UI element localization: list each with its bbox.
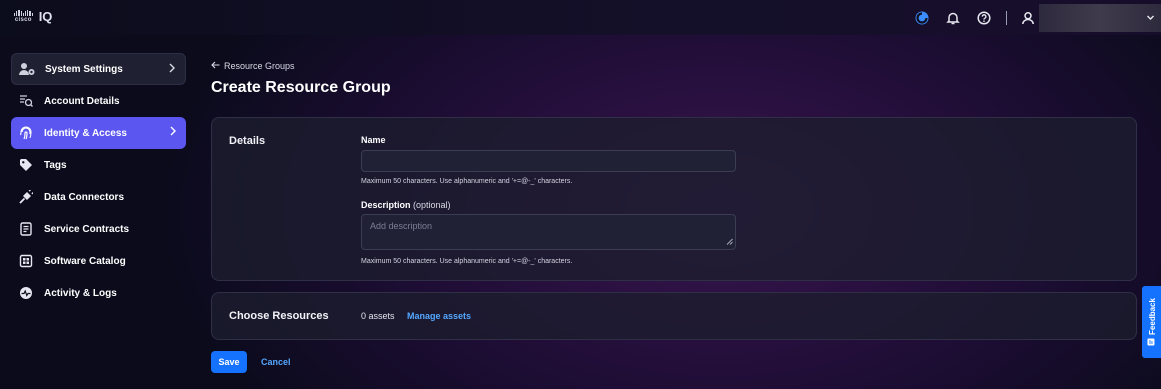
back-link[interactable]: Resource Groups	[211, 61, 391, 71]
help-icon[interactable]	[975, 9, 993, 27]
cisco-logo-icon: cisco	[14, 10, 33, 23]
chevron-down-icon	[1146, 9, 1155, 27]
cisco-iq-logo[interactable]: cisco IQ	[14, 9, 52, 24]
account-details-icon	[18, 93, 34, 109]
sidebar-item-identity-access[interactable]: Identity & Access	[11, 117, 186, 149]
name-hint: Maximum 50 characters. Use alphanumeric …	[361, 178, 573, 185]
logo-wordmark: cisco	[14, 17, 32, 23]
fingerprint-icon	[18, 125, 34, 141]
description-hint: Maximum 50 characters. Use alphanumeric …	[361, 258, 573, 265]
resize-handle-icon[interactable]	[726, 237, 733, 247]
sidebar-item-service-contracts[interactable]: Service Contracts	[11, 213, 186, 245]
sidebar-item-data-connectors[interactable]: Data Connectors	[11, 181, 186, 213]
user-icon[interactable]	[1019, 9, 1037, 27]
sidebar-item-label: Activity & Logs	[44, 287, 117, 299]
manage-assets-link[interactable]: Manage assets	[407, 311, 471, 321]
sidebar-item-activity-logs[interactable]: Activity & Logs	[11, 277, 186, 309]
name-label: Name	[361, 135, 386, 145]
catalog-icon	[18, 253, 34, 269]
arrow-left-icon	[211, 61, 220, 71]
top-actions	[913, 0, 1161, 35]
assistant-icon[interactable]	[913, 9, 931, 27]
product-name: IQ	[38, 9, 53, 24]
choose-resources-card: Choose Resources 0 assets Manage assets	[211, 292, 1137, 340]
feedback-tab-content: Feedback	[1147, 298, 1157, 346]
sidebar-item-account-details[interactable]: Account Details	[11, 85, 186, 117]
bell-icon[interactable]	[944, 9, 962, 27]
description-label: Description (optional)	[361, 200, 451, 210]
back-link-label: Resource Groups	[224, 61, 295, 71]
feedback-icon	[1147, 338, 1157, 346]
optional-tag: (optional)	[413, 200, 451, 210]
name-input[interactable]	[361, 150, 736, 172]
page-title: Create Resource Group	[211, 79, 391, 96]
top-bar: cisco IQ	[0, 0, 1161, 35]
sidebar-item-system-settings[interactable]: System Settings	[11, 53, 186, 85]
system-settings-icon	[19, 61, 35, 77]
toolbar-divider	[1006, 10, 1007, 25]
plug-icon	[18, 189, 34, 205]
sidebar-item-label: Tags	[44, 159, 67, 171]
details-section-label: Details	[229, 135, 266, 147]
page-header: Resource Groups Create Resource Group	[211, 61, 391, 97]
sidebar-item-label: System Settings	[45, 63, 123, 75]
user-menu-button[interactable]	[1039, 3, 1161, 32]
sidebar-item-label: Data Connectors	[44, 191, 125, 203]
feedback-tab[interactable]: Feedback	[1142, 286, 1161, 358]
sidebar-item-tags[interactable]: Tags	[11, 149, 186, 181]
sidebar-item-label: Account Details	[44, 95, 120, 107]
activity-icon	[18, 285, 34, 301]
save-button[interactable]: Save	[211, 351, 247, 373]
details-card: Details Name Maximum 50 characters. Use …	[211, 117, 1137, 281]
contract-icon	[18, 221, 34, 237]
choose-resources-label: Choose Resources	[229, 310, 329, 322]
cancel-button[interactable]: Cancel	[261, 357, 291, 367]
sidebar-item-label: Service Contracts	[44, 223, 130, 235]
chevron-right-icon	[168, 63, 176, 76]
asset-count: 0 assets	[361, 311, 395, 321]
tag-icon	[18, 157, 34, 173]
sidebar-item-label: Identity & Access	[44, 127, 127, 139]
sidebar-item-software-catalog[interactable]: Software Catalog	[11, 245, 186, 277]
form-actions: Save Cancel	[211, 351, 291, 373]
chevron-right-icon	[169, 126, 177, 139]
description-label-text: Description	[361, 200, 411, 210]
settings-sidebar: System Settings Account Details Identity…	[11, 53, 186, 309]
description-textarea[interactable]: Add description	[361, 214, 736, 250]
sidebar-item-label: Software Catalog	[44, 255, 126, 267]
feedback-label: Feedback	[1147, 298, 1156, 335]
description-placeholder: Add description	[370, 221, 433, 231]
